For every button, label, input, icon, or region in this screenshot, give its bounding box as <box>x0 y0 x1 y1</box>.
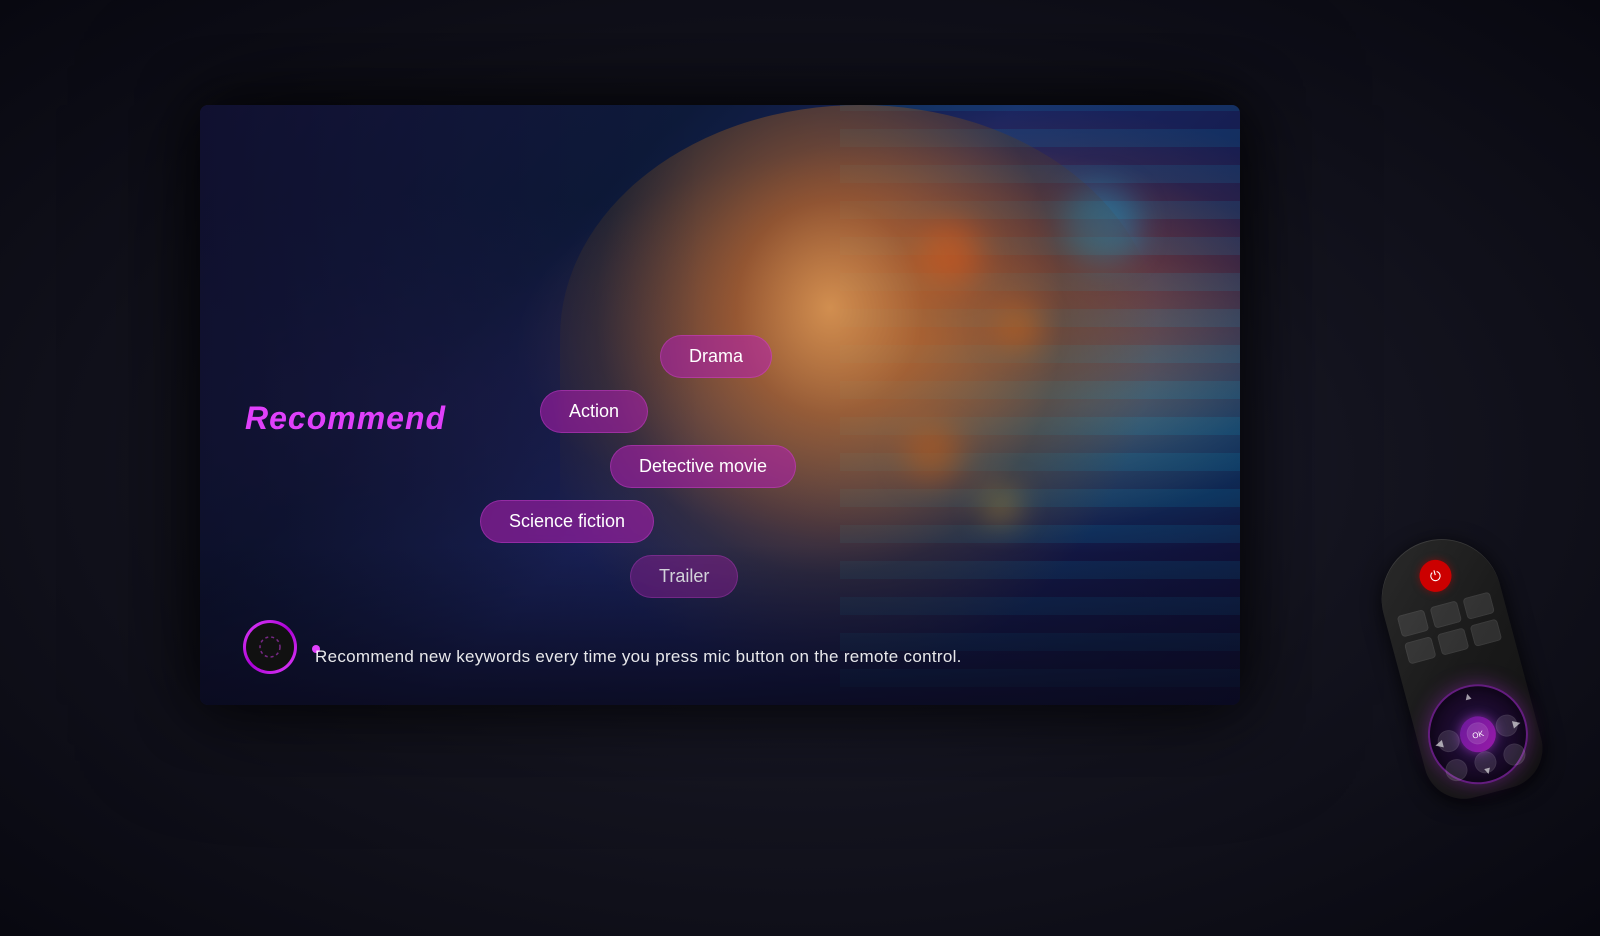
remote-top-buttons <box>1397 591 1503 664</box>
genre-tag-action[interactable]: Action <box>540 390 648 433</box>
nav-up-arrow: ▲ <box>1462 691 1474 704</box>
remote-control: ⏻ ▲ ▼ ◀ ▶ <box>1339 482 1592 890</box>
scene-wrapper: Recommend Drama Action Detective movie S… <box>0 0 1600 936</box>
remote-btn-3[interactable] <box>1462 591 1495 619</box>
genre-tag-drama[interactable]: Drama <box>660 335 772 378</box>
remote-btn-4[interactable] <box>1404 636 1437 664</box>
tag-row-scifi: Science fiction <box>480 500 1040 543</box>
genre-tag-scifi[interactable]: Science fiction <box>480 500 654 543</box>
genre-tag-detective[interactable]: Detective movie <box>610 445 796 488</box>
bottom-instruction-text: Recommend new keywords every time you pr… <box>315 647 962 667</box>
mic-icon <box>258 635 282 659</box>
power-icon: ⏻ <box>1428 566 1443 585</box>
tv-frame: Recommend Drama Action Detective movie S… <box>200 105 1240 705</box>
tag-row-drama: Drama <box>480 335 1040 378</box>
remote-btn-5[interactable] <box>1437 627 1470 655</box>
mic-icon-wrapper <box>240 617 300 677</box>
remote-circle-btn-1[interactable] <box>1435 728 1462 755</box>
tag-row-detective: Detective movie <box>480 445 1040 488</box>
remote-body: ⏻ ▲ ▼ ◀ ▶ <box>1368 526 1551 808</box>
mic-ring <box>243 620 297 674</box>
genre-tag-trailer[interactable]: Trailer <box>630 555 738 598</box>
genre-tags-container: Drama Action Detective movie Science fic… <box>480 335 1040 610</box>
remote-btn-1[interactable] <box>1397 609 1430 637</box>
recommend-label: Recommend <box>245 400 446 437</box>
tag-row-trailer: Trailer <box>480 555 1040 598</box>
remote-power-button[interactable]: ⏻ <box>1416 556 1455 595</box>
remote-btn-6[interactable] <box>1470 619 1503 647</box>
remote-circle-btn-2[interactable] <box>1464 720 1491 747</box>
tag-row-action: Action <box>480 390 1040 433</box>
remote-btn-2[interactable] <box>1429 600 1462 628</box>
